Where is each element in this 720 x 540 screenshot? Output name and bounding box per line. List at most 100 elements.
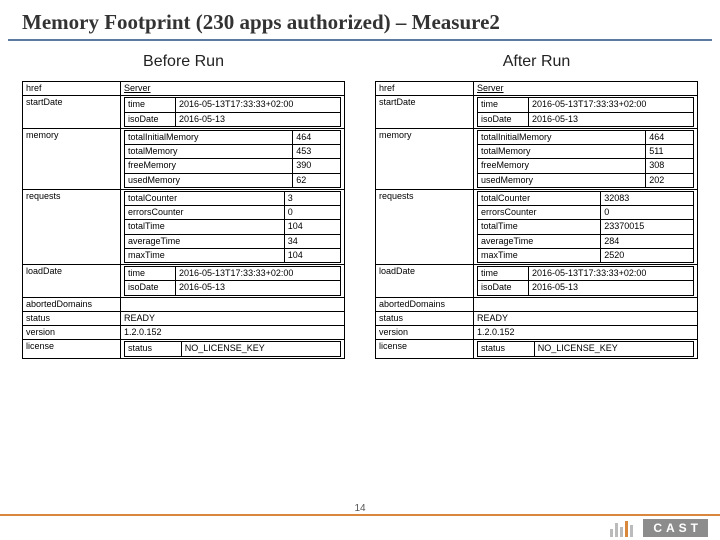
status-label: status — [23, 311, 121, 325]
page-title: Memory Footprint (230 apps authorized) –… — [8, 0, 712, 41]
table-row: version 1.2.0.152 — [376, 326, 698, 340]
table-row: status READY — [376, 311, 698, 325]
iso-value: 2016-05-13 — [176, 112, 341, 126]
table-row: license status NO_LICENSE_KEY — [376, 340, 698, 358]
license-status-label: status — [125, 342, 182, 356]
version-label: version — [376, 326, 474, 340]
req-key: maxTime — [478, 248, 601, 262]
mem-val: 453 — [293, 145, 341, 159]
requests-label: requests — [23, 189, 121, 264]
mem-val: 202 — [646, 173, 694, 187]
bars-icon — [610, 519, 633, 537]
mem-key: usedMemory — [478, 173, 646, 187]
requests-label: requests — [376, 189, 474, 264]
req-val: 104 — [284, 248, 340, 262]
version-value: 1.2.0.152 — [121, 326, 345, 340]
before-column: Before Run href Server startDate time 20… — [22, 47, 345, 359]
logo-text: CAST — [643, 519, 708, 537]
req-val: 3 — [284, 191, 340, 205]
aborted-value — [121, 297, 345, 311]
time-label: time — [478, 98, 529, 112]
href-label: href — [23, 82, 121, 96]
memory-label: memory — [23, 128, 121, 189]
time-value: 2016-05-13T17:33:33+02:00 — [529, 98, 694, 112]
aborted-label: abortedDomains — [23, 297, 121, 311]
status-label: status — [376, 311, 474, 325]
table-row: version 1.2.0.152 — [23, 326, 345, 340]
before-table: href Server startDate time 2016-05-13T17… — [22, 81, 345, 359]
mem-val: 62 — [293, 173, 341, 187]
req-val: 104 — [284, 220, 340, 234]
status-value: READY — [474, 311, 698, 325]
table-row: href Server — [376, 82, 698, 96]
mem-key: usedMemory — [125, 173, 293, 187]
table-row: status READY — [23, 311, 345, 325]
req-val: 23370015 — [601, 220, 694, 234]
mem-val: 464 — [646, 130, 694, 144]
req-key: totalCounter — [478, 191, 601, 205]
table-row: requests totalCounter3 errorsCounter0 to… — [23, 189, 345, 264]
mem-key: totalMemory — [478, 145, 646, 159]
href-value: Server — [124, 83, 151, 93]
time-label: time — [125, 267, 176, 281]
table-row: href Server — [23, 82, 345, 96]
after-column: After Run href Server startDate time 201… — [375, 47, 698, 359]
version-label: version — [23, 326, 121, 340]
req-key: averageTime — [125, 234, 285, 248]
table-row: loadDate time 2016-05-13T17:33:33+02:00 … — [376, 265, 698, 298]
table-row: startDate time 2016-05-13T17:33:33+02:00… — [23, 96, 345, 129]
mem-key: freeMemory — [478, 159, 646, 173]
table-row: abortedDomains — [23, 297, 345, 311]
startdate-label: startDate — [376, 96, 474, 129]
time-value: 2016-05-13T17:33:33+02:00 — [529, 267, 694, 281]
table-row: license status NO_LICENSE_KEY — [23, 340, 345, 358]
req-key: totalTime — [478, 220, 601, 234]
req-key: errorsCounter — [478, 206, 601, 220]
startdate-label: startDate — [23, 96, 121, 129]
logo: CAST — [610, 519, 708, 537]
columns: Before Run href Server startDate time 20… — [0, 41, 720, 359]
mem-key: totalInitialMemory — [125, 130, 293, 144]
status-value: READY — [121, 311, 345, 325]
req-key: errorsCounter — [125, 206, 285, 220]
after-table: href Server startDate time 2016-05-13T17… — [375, 81, 698, 359]
page-number: 14 — [354, 503, 365, 514]
time-label: time — [125, 98, 176, 112]
loaddate-label: loadDate — [23, 265, 121, 298]
req-key: averageTime — [478, 234, 601, 248]
iso-label: isoDate — [478, 281, 529, 295]
version-value: 1.2.0.152 — [474, 326, 698, 340]
before-heading: Before Run — [22, 53, 345, 71]
iso-label: isoDate — [125, 281, 176, 295]
table-row: requests totalCounter32083 errorsCounter… — [376, 189, 698, 264]
req-val: 0 — [284, 206, 340, 220]
aborted-value — [474, 297, 698, 311]
req-val: 2520 — [601, 248, 694, 262]
req-key: maxTime — [125, 248, 285, 262]
mem-key: totalInitialMemory — [478, 130, 646, 144]
time-value: 2016-05-13T17:33:33+02:00 — [176, 267, 341, 281]
href-label: href — [376, 82, 474, 96]
iso-value: 2016-05-13 — [176, 281, 341, 295]
req-val: 32083 — [601, 191, 694, 205]
after-heading: After Run — [375, 53, 698, 71]
mem-val: 390 — [293, 159, 341, 173]
memory-label: memory — [376, 128, 474, 189]
table-row: loadDate time 2016-05-13T17:33:33+02:00 … — [23, 265, 345, 298]
mem-val: 308 — [646, 159, 694, 173]
table-row: abortedDomains — [376, 297, 698, 311]
license-status-value: NO_LICENSE_KEY — [181, 342, 340, 356]
req-val: 34 — [284, 234, 340, 248]
table-row: memory totalInitialMemory464 totalMemory… — [23, 128, 345, 189]
license-status-value: NO_LICENSE_KEY — [534, 342, 693, 356]
iso-label: isoDate — [478, 112, 529, 126]
iso-label: isoDate — [125, 112, 176, 126]
table-row: startDate time 2016-05-13T17:33:33+02:00… — [376, 96, 698, 129]
time-value: 2016-05-13T17:33:33+02:00 — [176, 98, 341, 112]
time-label: time — [478, 267, 529, 281]
req-val: 284 — [601, 234, 694, 248]
iso-value: 2016-05-13 — [529, 112, 694, 126]
req-key: totalCounter — [125, 191, 285, 205]
loaddate-label: loadDate — [376, 265, 474, 298]
href-value: Server — [477, 83, 504, 93]
